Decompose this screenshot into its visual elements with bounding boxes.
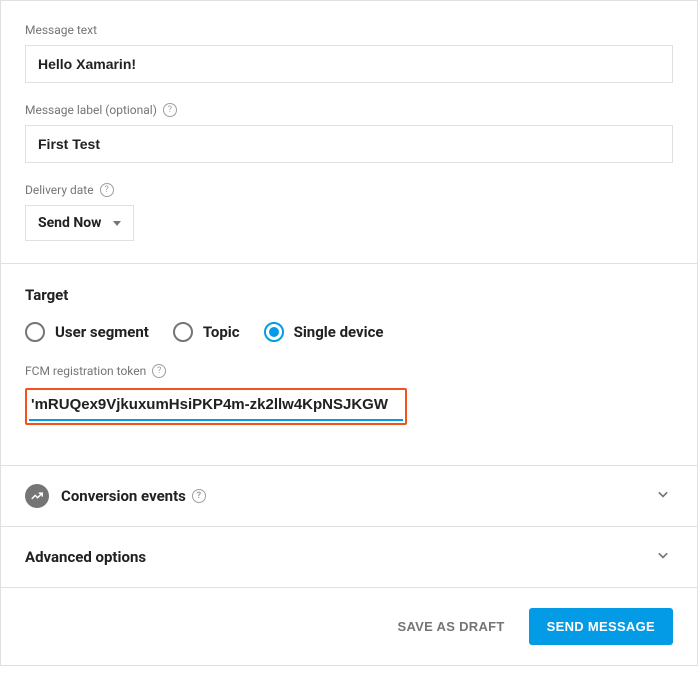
message-label-text: Message label (optional) bbox=[25, 103, 157, 117]
radio-icon bbox=[264, 322, 284, 342]
message-text-label: Message text bbox=[25, 23, 673, 37]
fcm-token-label: FCM registration token ? bbox=[25, 364, 673, 378]
radio-icon bbox=[25, 322, 45, 342]
message-label-field: Message label (optional) ? bbox=[25, 103, 673, 163]
delivery-date-value: Send Now bbox=[38, 215, 101, 231]
delivery-date-field: Delivery date ? Send Now bbox=[25, 183, 673, 241]
radio-label: Single device bbox=[294, 323, 384, 341]
fcm-token-text: FCM registration token bbox=[25, 364, 146, 378]
target-title: Target bbox=[25, 286, 673, 304]
message-section: Message text Message label (optional) ? … bbox=[1, 1, 697, 263]
delivery-date-text: Delivery date bbox=[25, 183, 94, 197]
radio-label: Topic bbox=[203, 323, 240, 341]
trend-icon bbox=[25, 484, 49, 508]
target-radio-group: User segment Topic Single device bbox=[25, 322, 673, 342]
help-icon[interactable]: ? bbox=[163, 103, 177, 117]
radio-topic[interactable]: Topic bbox=[173, 322, 240, 342]
message-text-input[interactable] bbox=[25, 45, 673, 83]
conversion-events-left: Conversion events ? bbox=[25, 484, 206, 508]
footer-actions: SAVE AS DRAFT SEND MESSAGE bbox=[1, 587, 697, 665]
radio-single-device[interactable]: Single device bbox=[264, 322, 384, 342]
fcm-token-input[interactable] bbox=[29, 392, 403, 421]
message-label-label: Message label (optional) ? bbox=[25, 103, 673, 117]
send-message-button[interactable]: SEND MESSAGE bbox=[529, 608, 673, 645]
fcm-token-highlight bbox=[25, 388, 407, 425]
advanced-options-left: Advanced options bbox=[25, 548, 146, 566]
radio-user-segment[interactable]: User segment bbox=[25, 322, 149, 342]
advanced-options-title: Advanced options bbox=[25, 548, 146, 566]
conversion-events-row[interactable]: Conversion events ? bbox=[1, 465, 697, 526]
message-label-input[interactable] bbox=[25, 125, 673, 163]
chevron-down-icon bbox=[113, 221, 121, 226]
radio-label: User segment bbox=[55, 323, 149, 341]
chevron-down-icon bbox=[653, 484, 673, 508]
radio-dot-icon bbox=[269, 327, 279, 337]
conversion-events-text: Conversion events bbox=[61, 487, 186, 505]
target-section: Target User segment Topic Single device … bbox=[1, 263, 697, 465]
advanced-options-row[interactable]: Advanced options bbox=[1, 526, 697, 587]
save-as-draft-button[interactable]: SAVE AS DRAFT bbox=[391, 611, 510, 642]
chevron-down-icon bbox=[653, 545, 673, 569]
help-icon[interactable]: ? bbox=[192, 489, 206, 503]
delivery-date-dropdown[interactable]: Send Now bbox=[25, 205, 134, 241]
help-icon[interactable]: ? bbox=[100, 183, 114, 197]
radio-icon bbox=[173, 322, 193, 342]
help-icon[interactable]: ? bbox=[152, 364, 166, 378]
conversion-events-title: Conversion events ? bbox=[61, 487, 206, 505]
delivery-date-label: Delivery date ? bbox=[25, 183, 673, 197]
message-text-field: Message text bbox=[25, 23, 673, 83]
compose-message-card: Message text Message label (optional) ? … bbox=[0, 0, 698, 666]
